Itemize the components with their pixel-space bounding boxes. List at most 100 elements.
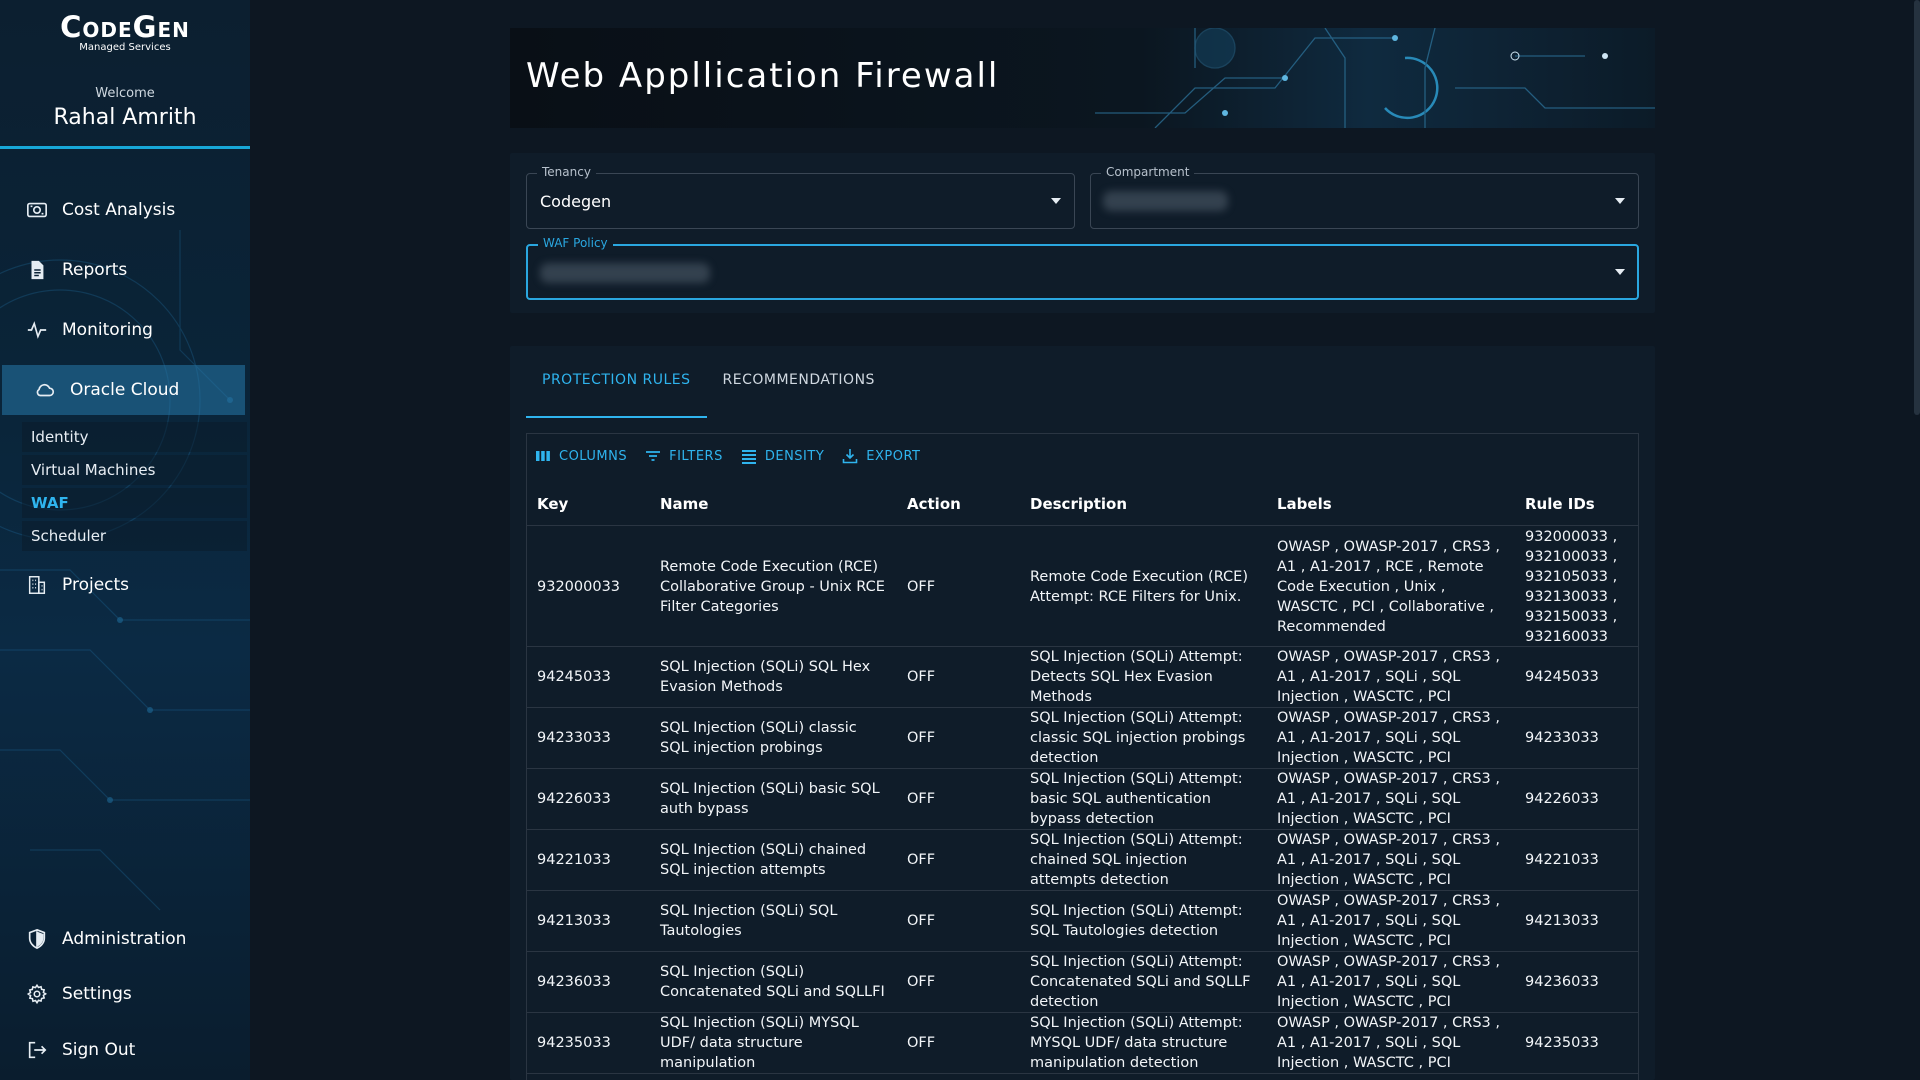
sidebar-item-label: Reports	[62, 260, 128, 280]
sidebar-item-oracle-cloud[interactable]: Oracle Cloud	[2, 365, 245, 415]
cell-action: OFF	[907, 578, 936, 595]
table-row[interactable]: 932000033 Remote Code Execution (RCE) Co…	[527, 527, 1638, 647]
download-icon	[842, 449, 858, 464]
cell-action: OFF	[907, 791, 936, 807]
cell-rule-ids: 94226033	[1525, 791, 1599, 807]
sidebar-item-cost-analysis[interactable]: Cost Analysis	[0, 185, 245, 235]
cell-name: SQL Injection (SQLi) classic SQL injecti…	[660, 720, 857, 756]
sidebar-subitem-scheduler[interactable]: Scheduler	[22, 521, 247, 551]
page-scrollbar[interactable]	[1914, 0, 1920, 415]
table-row[interactable]: 94236033 SQL Injection (SQLi) Concatenat…	[527, 952, 1638, 1013]
brand-name: CodeGen	[60, 10, 190, 44]
sidebar: CodeGen Managed Services Welcome Rahal A…	[0, 0, 250, 1080]
column-header-labels[interactable]: Labels	[1267, 495, 1515, 513]
cell-rule-ids: 932000033 , 932100033 , 932105033 , 9321…	[1525, 528, 1618, 645]
density-icon	[741, 450, 756, 464]
sidebar-item-label: Projects	[62, 575, 130, 595]
density-button[interactable]: DENSITY	[741, 448, 824, 464]
brand-tagline: Managed Services	[79, 42, 171, 53]
sidebar-item-projects[interactable]: Projects	[0, 560, 245, 610]
table-body: 932000033 Remote Code Execution (RCE) Co…	[527, 527, 1638, 1074]
sidebar-subitem-identity[interactable]: Identity	[22, 422, 247, 452]
filters-button[interactable]: FILTERS	[645, 448, 723, 464]
cell-name: Remote Code Execution (RCE) Collaborativ…	[660, 558, 885, 615]
columns-button[interactable]: COLUMNS	[535, 448, 627, 464]
sidebar-item-label: Settings	[62, 984, 132, 1004]
cell-key: 94213033	[537, 913, 611, 929]
cell-action: OFF	[907, 1035, 936, 1051]
cell-name: SQL Injection (SQLi) Concatenated SQLi a…	[660, 964, 885, 1000]
filter-panel: Tenancy Codegen Compartment WAF Policy	[510, 153, 1655, 313]
cell-name: SQL Injection (SQLi) SQL Hex Evasion Met…	[660, 659, 871, 695]
cell-key: 932000033	[537, 578, 621, 595]
document-icon	[26, 259, 48, 281]
table-row[interactable]: 94245033 SQL Injection (SQLi) SQL Hex Ev…	[527, 647, 1638, 708]
cell-labels: OWASP , OWASP-2017 , CRS3 , A1 , A1-2017…	[1277, 649, 1500, 705]
export-label: EXPORT	[866, 448, 921, 464]
density-label: DENSITY	[764, 448, 825, 464]
sidebar-item-label: Monitoring	[62, 320, 153, 340]
protection-rules-table: COLUMNS FILTERS DENSITY EXPORT Key Name …	[526, 433, 1639, 1080]
money-icon	[26, 199, 48, 221]
waf-policy-select[interactable]: WAF Policy	[526, 236, 1639, 300]
cell-labels: OWASP , OWASP-2017 , CRS3 , A1 , A1-2017…	[1277, 832, 1500, 888]
brand-logo[interactable]: CodeGen Managed Services	[0, 12, 250, 53]
gear-icon	[26, 983, 48, 1005]
sidebar-subitem-virtual-machines[interactable]: Virtual Machines	[22, 455, 247, 485]
tab-protection-rules[interactable]: PROTECTION RULES	[526, 368, 707, 418]
sidebar-item-sign-out[interactable]: Sign Out	[0, 1025, 245, 1075]
tab-recommendations[interactable]: RECOMMENDATIONS	[707, 368, 891, 418]
tenancy-value: Codegen	[540, 192, 612, 211]
sidebar-item-monitoring[interactable]: Monitoring	[0, 305, 245, 355]
cell-labels: OWASP , OWASP-2017 , CRS3 , A1 , A1-2017…	[1277, 954, 1500, 1010]
export-button[interactable]: EXPORT	[842, 448, 920, 464]
tab-bar: PROTECTION RULES RECOMMENDATIONS	[526, 368, 891, 418]
column-header-action[interactable]: Action	[897, 495, 1020, 513]
table-row[interactable]: 94233033 SQL Injection (SQLi) classic SQ…	[527, 708, 1638, 769]
compartment-value-redacted	[1103, 191, 1228, 211]
cell-action: OFF	[907, 730, 936, 746]
sidebar-subitem-waf[interactable]: WAF	[22, 488, 247, 518]
table-row[interactable]: 94221033 SQL Injection (SQLi) chained SQ…	[527, 830, 1638, 891]
column-header-description[interactable]: Description	[1020, 495, 1267, 513]
table-row[interactable]: 94226033 SQL Injection (SQLi) basic SQL …	[527, 769, 1638, 830]
building-icon	[26, 574, 48, 596]
filters-label: FILTERS	[669, 448, 723, 464]
cell-rule-ids: 94245033	[1525, 669, 1599, 685]
cell-key: 94233033	[537, 730, 611, 746]
cell-rule-ids: 94235033	[1525, 1035, 1599, 1051]
column-header-rule-ids[interactable]: Rule IDs	[1515, 495, 1638, 513]
table-row[interactable]: 94213033 SQL Injection (SQLi) SQL Tautol…	[527, 891, 1638, 952]
cell-action: OFF	[907, 913, 936, 929]
sidebar-item-administration[interactable]: Administration	[0, 914, 245, 964]
compartment-select[interactable]: Compartment	[1090, 165, 1639, 229]
cell-key: 94221033	[537, 852, 611, 868]
cell-key: 94236033	[537, 974, 611, 990]
sidebar-item-reports[interactable]: Reports	[0, 245, 245, 295]
columns-icon	[536, 451, 550, 461]
cell-labels: OWASP , OWASP-2017 , CRS3 , A1 , A1-2017…	[1277, 771, 1500, 827]
caret-down-icon	[1615, 269, 1625, 275]
sidebar-item-settings[interactable]: Settings	[0, 969, 245, 1019]
waf-policy-value-redacted	[540, 263, 710, 283]
circuit-decoration-graphic	[1095, 28, 1655, 128]
rules-panel: PROTECTION RULES RECOMMENDATIONS COLUMNS…	[510, 346, 1655, 1080]
cell-description: SQL Injection (SQLi) Attempt: Concatenat…	[1030, 954, 1251, 1010]
waf-policy-label: WAF Policy	[538, 236, 613, 250]
cell-description: SQL Injection (SQLi) Attempt: Detects SQ…	[1030, 649, 1243, 705]
column-header-name[interactable]: Name	[650, 495, 897, 513]
cell-rule-ids: 94236033	[1525, 974, 1599, 990]
page-title: Web Appllication Firewall	[526, 56, 1000, 96]
tenancy-select[interactable]: Tenancy Codegen	[526, 165, 1075, 229]
page-header-banner: Web Appllication Firewall	[510, 28, 1655, 128]
sidebar-item-label: Sign Out	[62, 1040, 136, 1060]
column-header-key[interactable]: Key	[527, 495, 650, 513]
cell-description: SQL Injection (SQLi) Attempt: chained SQ…	[1030, 832, 1243, 888]
columns-label: COLUMNS	[559, 448, 628, 464]
table-row[interactable]: 94235033 SQL Injection (SQLi) MYSQL UDF/…	[527, 1013, 1638, 1074]
table-toolbar: COLUMNS FILTERS DENSITY EXPORT	[535, 444, 921, 468]
sidebar-item-label: Cost Analysis	[62, 200, 176, 220]
tenancy-label: Tenancy	[537, 165, 596, 179]
sign-out-icon	[26, 1039, 48, 1061]
cell-name: SQL Injection (SQLi) basic SQL auth bypa…	[660, 781, 880, 817]
